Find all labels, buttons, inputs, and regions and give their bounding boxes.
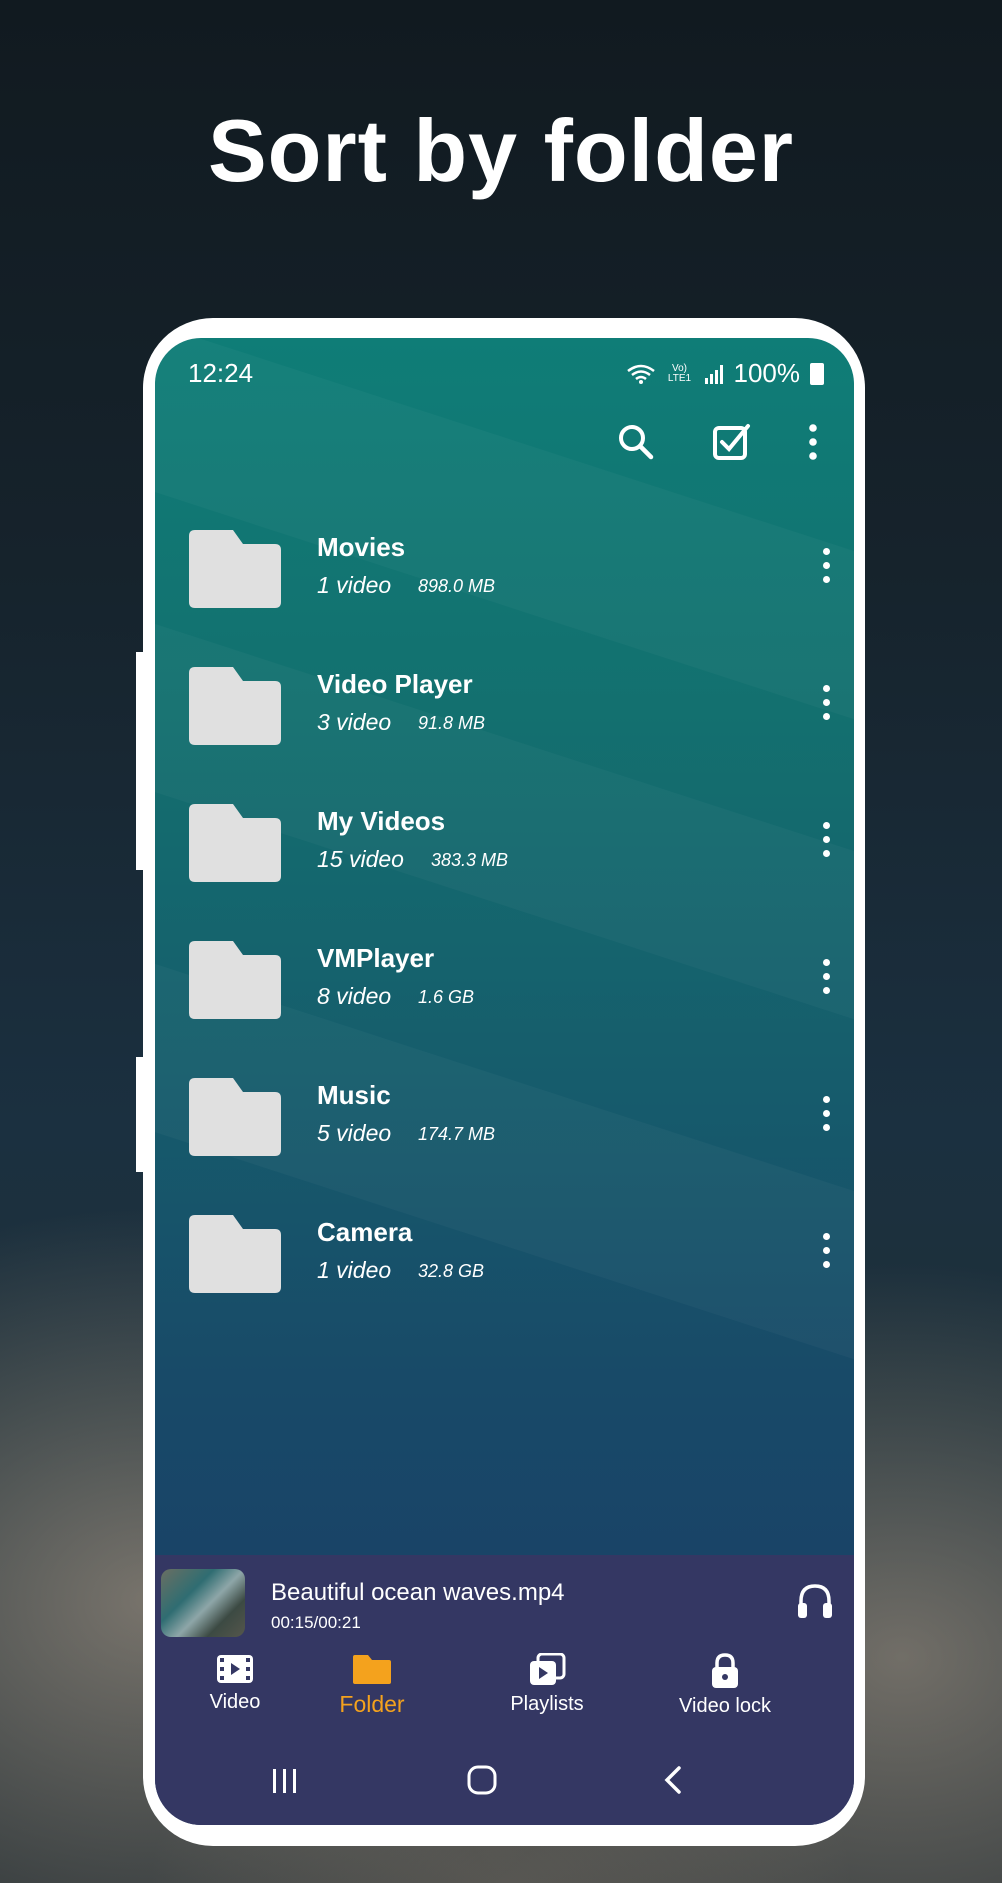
recent-apps-icon[interactable] (265, 1760, 305, 1800)
nav-folder[interactable]: Folder (302, 1653, 442, 1718)
nav-video-lock-label: Video lock (679, 1695, 771, 1717)
nav-folder-label: Folder (339, 1691, 405, 1717)
nav-video[interactable]: Video (165, 1653, 305, 1714)
folder-size: 91.8 MB (418, 713, 486, 733)
folder-size: 1.6 GB (418, 987, 475, 1007)
nav-video-lock[interactable]: Video lock (650, 1653, 800, 1718)
folder-name: VMPlayer (317, 943, 435, 973)
battery-percent: 100% (733, 358, 801, 388)
folder-size: 32.8 GB (418, 1261, 485, 1281)
folder-row[interactable]: Music 5 video 174.7 MB (155, 1062, 854, 1172)
phone-screen: 12:24 Vo) LTE1 100% Movies 1 video 898.0… (155, 338, 854, 1825)
folder-icon (189, 1078, 281, 1156)
headline: Sort by folder (207, 101, 795, 200)
folder-icon (189, 667, 281, 745)
folder-name: Movies (317, 532, 406, 562)
folder-name: Music (317, 1080, 391, 1110)
folder-row[interactable]: Movies 1 video 898.0 MB (155, 514, 854, 624)
folder-name: Camera (317, 1217, 413, 1247)
folder-icon (189, 804, 281, 882)
bottom-panel: Beautiful ocean waves.mp4 00:15/00:21 Vi… (155, 1555, 854, 1825)
playlist-icon (530, 1653, 566, 1685)
more-vertical-icon[interactable] (820, 685, 832, 727)
headphones-icon[interactable] (795, 1581, 835, 1621)
folder-video-count: 1 video (317, 572, 392, 598)
search-icon[interactable] (614, 420, 658, 464)
home-icon[interactable] (462, 1760, 502, 1800)
nav-playlists[interactable]: Playlists (477, 1653, 617, 1716)
more-vertical-icon[interactable] (820, 548, 832, 590)
network-label: Vo) LTE1 (667, 362, 692, 384)
folder-video-count: 15 video (317, 846, 404, 872)
more-vertical-icon[interactable] (820, 1233, 832, 1275)
folder-row[interactable]: My Videos 15 video 383.3 MB (155, 788, 854, 898)
folder-video-count: 5 video (317, 1120, 392, 1146)
folder-size: 174.7 MB (418, 1124, 496, 1144)
folder-size: 383.3 MB (431, 850, 509, 870)
film-icon (217, 1655, 253, 1683)
folder-name: Video Player (317, 669, 473, 699)
back-icon[interactable] (654, 1760, 694, 1800)
nav-playlists-label: Playlists (510, 1693, 584, 1715)
folder-row[interactable]: Video Player 3 video 91.8 MB (155, 651, 854, 761)
more-vertical-icon[interactable] (820, 959, 832, 1001)
more-vertical-icon[interactable] (791, 420, 835, 464)
now-playing-thumbnail[interactable] (161, 1569, 245, 1637)
folder-row[interactable]: VMPlayer 8 video 1.6 GB (155, 925, 854, 1035)
folder-icon (189, 530, 281, 608)
battery-icon (810, 362, 824, 385)
folder-icon (353, 1655, 391, 1684)
folder-icon (189, 1215, 281, 1293)
folder-row[interactable]: Camera 1 video 32.8 GB (155, 1199, 854, 1309)
status-bar: 12:24 Vo) LTE1 100% (188, 358, 824, 398)
now-playing-time: 00:15/00:21 (271, 1613, 361, 1632)
wifi-icon (626, 364, 655, 384)
more-vertical-icon[interactable] (820, 822, 832, 864)
folder-icon (189, 941, 281, 1019)
more-vertical-icon[interactable] (820, 1096, 832, 1138)
folder-video-count: 3 video (317, 709, 392, 735)
folder-video-count: 1 video (317, 1257, 392, 1283)
signal-icon (704, 364, 723, 384)
folder-name: My Videos (317, 806, 446, 836)
status-time: 12:24 (188, 358, 254, 388)
folder-size: 898.0 MB (418, 576, 496, 596)
folder-video-count: 8 video (317, 983, 392, 1009)
now-playing-title: Beautiful ocean waves.mp4 (271, 1579, 565, 1606)
lock-icon (712, 1653, 738, 1688)
select-all-icon[interactable] (710, 420, 754, 464)
nav-video-label: Video (209, 1691, 261, 1713)
